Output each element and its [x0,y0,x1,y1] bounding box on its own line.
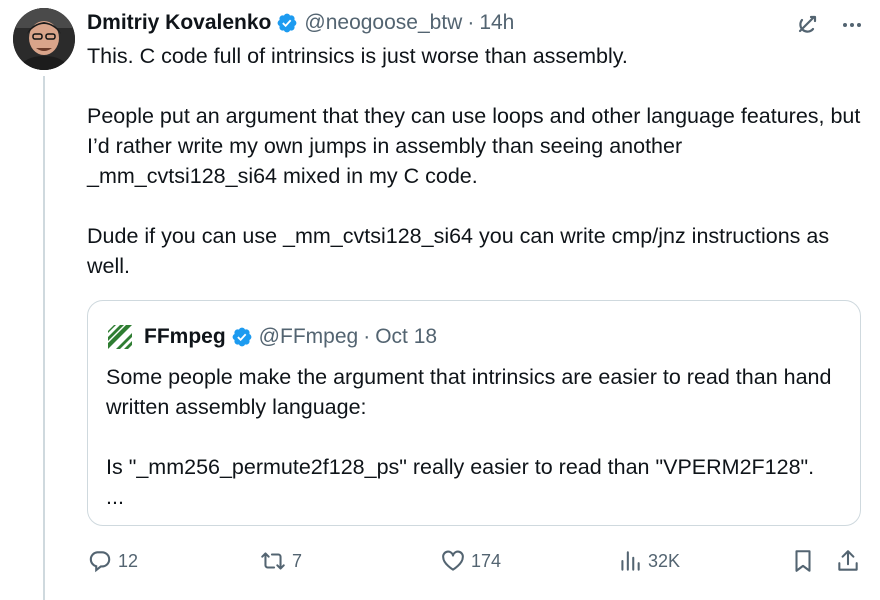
repost-button[interactable]: 7 [259,548,302,574]
top-icons [794,12,864,38]
reply-icon [87,548,113,574]
action-bar: 12 7 174 32K [87,548,867,580]
more-icon[interactable] [840,13,864,37]
verified-badge-icon [276,12,298,34]
tweet-paragraph: Dude if you can use _mm_cvtsi128_si64 yo… [87,224,830,278]
tweet-header: Dmitriy Kovalenko @neogoose_btw · 14h [87,9,514,37]
quote-ellipsis: ... [106,485,124,509]
like-icon [440,548,466,574]
views-button[interactable]: 32K [617,548,680,574]
quote-timestamp[interactable]: Oct 18 [375,325,437,349]
tweet-paragraph: This. C code full of intrinsics is just … [87,44,628,68]
author-name[interactable]: Dmitriy Kovalenko [87,11,271,35]
quote-separator: · [363,325,371,348]
share-button[interactable] [835,548,861,574]
quote-header: FFmpeg @FFmpeg · Oct 18 [106,323,437,351]
views-icon [617,548,643,574]
tweet-text: This. C code full of intrinsics is just … [87,41,862,281]
quote-paragraph: Is "_mm256_permute2f128_ps" really easie… [106,455,815,479]
thread-line [43,76,45,600]
quote-verified-badge-icon [231,326,253,348]
quoted-tweet[interactable]: FFmpeg @FFmpeg · Oct 18 Some people make… [87,300,861,526]
repost-icon [259,548,287,574]
quote-text: Some people make the argument that intri… [106,362,846,512]
share-icon [835,548,861,574]
bookmark-icon [790,548,816,574]
author-handle[interactable]: @neogoose_btw [304,11,462,35]
quote-author-handle[interactable]: @FFmpeg [259,325,359,349]
repost-count: 7 [292,550,303,571]
reply-button[interactable]: 12 [87,548,138,574]
quote-paragraph: Some people make the argument that intri… [106,365,832,419]
like-count: 174 [471,550,502,571]
reply-count: 12 [118,550,139,571]
header-separator: · [467,11,475,34]
timestamp[interactable]: 14h [479,11,514,35]
quote-author-name[interactable]: FFmpeg [144,325,226,349]
like-button[interactable]: 174 [440,548,501,574]
tweet-paragraph: People put an argument that they can use… [87,104,861,188]
views-count: 32K [648,550,681,571]
bookmark-button[interactable] [790,548,816,574]
avatar[interactable] [13,8,75,70]
grok-icon[interactable] [794,12,820,38]
ffmpeg-logo-icon [106,323,134,351]
